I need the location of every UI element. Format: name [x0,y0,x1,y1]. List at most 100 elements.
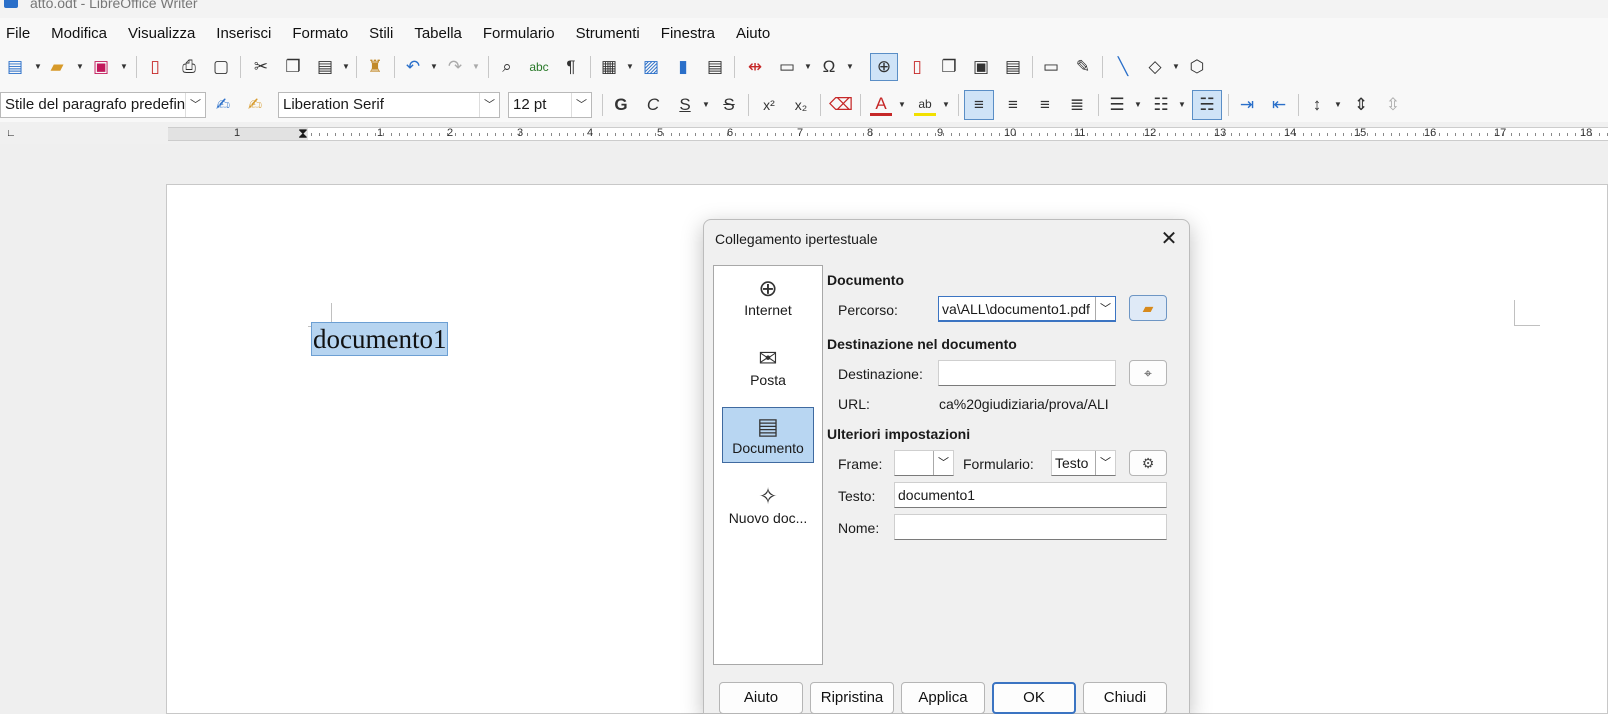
sidebar-item-internet[interactable]: ⊕ Internet [722,270,814,326]
selected-hyperlink-text[interactable]: documento1 [311,322,449,356]
strikethrough-button[interactable]: S [718,94,740,116]
font-color-dropdown-icon[interactable]: ▼ [898,100,906,109]
chevron-down-icon[interactable]: ﹀ [1095,451,1115,475]
draw-functions-icon[interactable]: ⬡ [1186,56,1208,78]
close-icon[interactable]: ✕ [1155,226,1183,252]
outline-format-icon[interactable]: ☵ [1192,90,1222,120]
increase-paragraph-spacing-icon[interactable]: ⇕ [1350,94,1372,116]
formatting-marks-icon[interactable]: ¶ [560,56,582,78]
menu-window[interactable]: Finestra [661,25,715,42]
menu-format[interactable]: Formato [292,25,348,42]
insert-field-icon[interactable]: ▭ [776,56,798,78]
superscript-icon[interactable]: x² [758,94,780,116]
form-combo[interactable]: Testo ﹀ [1051,450,1116,476]
spelling-icon[interactable]: abc [528,56,550,78]
print-icon[interactable]: ⎙ [178,56,200,78]
new-document-icon[interactable]: ▤ [4,56,26,78]
increase-indent-icon[interactable]: ⇥ [1236,94,1258,116]
insert-image-icon[interactable]: ▨ [640,56,662,78]
numbered-list-icon[interactable]: ☷ [1150,94,1172,116]
menu-view[interactable]: Visualizza [128,25,195,42]
chevron-down-icon[interactable]: ﹀ [933,451,953,475]
chevron-down-icon[interactable]: ﹀ [185,93,205,117]
special-char-dropdown-icon[interactable]: ▼ [846,62,854,71]
undo-dropdown-icon[interactable]: ▼ [430,62,438,71]
menu-table[interactable]: Tabella [414,25,462,42]
path-combo[interactable]: va\ALL\documento1.pdf ﹀ [938,296,1116,322]
menu-styles[interactable]: Stili [369,25,393,42]
redo-icon[interactable]: ↷ [444,56,466,78]
menu-help[interactable]: Aiuto [736,25,770,42]
find-replace-icon[interactable]: ⌕ [496,56,518,78]
highlight-dropdown-icon[interactable]: ▼ [942,100,950,109]
page-break-icon[interactable]: ⇹ [744,56,766,78]
decrease-paragraph-spacing-icon[interactable]: ⇳ [1382,94,1404,116]
open-file-button[interactable]: ▰ [1129,295,1167,321]
save-icon[interactable]: ▣ [90,56,112,78]
justify-icon[interactable]: ≣ [1066,94,1088,116]
name-input[interactable] [894,514,1167,540]
font-color-icon[interactable]: A [870,94,892,116]
bullet-list-icon[interactable]: ☰ [1106,94,1128,116]
line-spacing-icon[interactable]: ↕ [1306,94,1328,116]
update-style-icon[interactable]: ✍ [212,94,234,116]
italic-button[interactable]: C [642,94,664,116]
cross-reference-icon[interactable]: ▤ [1002,56,1024,78]
align-right-icon[interactable]: ≡ [1034,94,1056,116]
new-style-icon[interactable]: ✍ [244,94,266,116]
cut-icon[interactable]: ✂ [250,56,272,78]
line-icon[interactable]: ╲ [1112,56,1134,78]
align-left-icon[interactable]: ≡ [964,90,994,120]
hyperlink-icon[interactable]: ⊕ [870,53,898,81]
bookmark-icon[interactable]: ▣ [970,56,992,78]
help-button[interactable]: Aiuto [719,682,803,714]
font-name-combo[interactable]: Liberation Serif ﹀ [278,92,500,118]
ok-button[interactable]: OK [992,682,1076,714]
apply-button[interactable]: Applica [901,682,985,714]
menu-insert[interactable]: Inserisci [216,25,271,42]
underline-button[interactable]: S [674,94,696,116]
font-size-combo[interactable]: 12 pt ﹀ [508,92,592,118]
underline-dropdown-icon[interactable]: ▼ [702,100,710,109]
highlight-icon[interactable]: ab [914,94,936,116]
open-folder-icon[interactable]: ▰ [46,56,68,78]
insert-table-icon[interactable]: ▦ [598,56,620,78]
sidebar-item-new-document[interactable]: ✧ Nuovo doc... [722,478,814,534]
insert-chart-icon[interactable]: ▮ [672,56,694,78]
events-button[interactable]: ⚙ [1129,450,1167,476]
chevron-down-icon[interactable]: ﹀ [571,93,591,117]
bold-button[interactable]: G [610,94,632,116]
menu-file[interactable]: File [6,25,30,42]
frame-combo[interactable]: ﹀ [894,450,954,476]
undo-icon[interactable]: ↶ [402,56,424,78]
bullet-dropdown-icon[interactable]: ▼ [1134,100,1142,109]
clear-formatting-icon[interactable]: ⌫ [829,94,853,116]
open-dropdown-icon[interactable]: ▼ [76,62,84,71]
basic-shapes-icon[interactable]: ◇ [1144,56,1166,78]
clone-formatting-icon[interactable]: ♜ [364,56,386,78]
insert-textbox-icon[interactable]: ▤ [704,56,726,78]
menu-edit[interactable]: Modifica [51,25,107,42]
target-browse-button[interactable]: ⌖ [1129,360,1167,386]
numbered-dropdown-icon[interactable]: ▼ [1178,100,1186,109]
menu-form[interactable]: Formulario [483,25,555,42]
footnote-icon[interactable]: ▯ [906,56,928,78]
paste-icon[interactable]: ▤ [314,56,336,78]
print-preview-icon[interactable]: ▢ [210,56,232,78]
target-input[interactable] [938,360,1116,386]
subscript-icon[interactable]: x₂ [790,94,812,116]
text-input[interactable]: documento1 [894,482,1167,508]
copy-icon[interactable]: ❐ [282,56,304,78]
close-button[interactable]: Chiudi [1083,682,1167,714]
indent-marker-icon[interactable]: ⧗ [298,125,308,142]
sidebar-item-document[interactable]: ▤ Documento [722,407,814,463]
decrease-indent-icon[interactable]: ⇤ [1268,94,1290,116]
track-changes-icon[interactable]: ✎ [1072,56,1094,78]
chevron-down-icon[interactable]: ﹀ [479,93,499,117]
special-character-icon[interactable]: Ω [818,56,840,78]
redo-dropdown-icon[interactable]: ▼ [472,62,480,71]
save-dropdown-icon[interactable]: ▼ [120,62,128,71]
tab-stop-type-icon[interactable]: ∟ [6,128,16,139]
shapes-dropdown-icon[interactable]: ▼ [1172,62,1180,71]
comment-icon[interactable]: ▭ [1040,56,1062,78]
